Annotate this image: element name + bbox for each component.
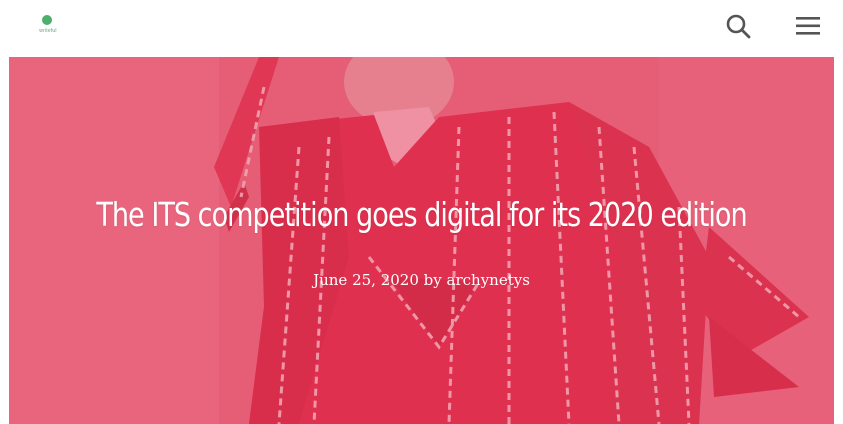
- site-logo[interactable]: writeful: [30, 12, 66, 38]
- hero-color-overlay: [9, 57, 834, 424]
- post-date[interactable]: June 25, 2020: [313, 271, 419, 289]
- logo-text: writeful: [39, 28, 57, 34]
- menu-button[interactable]: [790, 8, 826, 44]
- post-by-label: by: [423, 271, 442, 289]
- search-icon: [726, 14, 751, 39]
- post-title[interactable]: The ITS competition goes digital for its…: [83, 195, 760, 234]
- featured-post-hero[interactable]: The ITS competition goes digital for its…: [9, 57, 834, 424]
- hamburger-menu-icon: [796, 17, 820, 35]
- site-header: writeful: [0, 0, 843, 56]
- search-button[interactable]: [720, 8, 756, 44]
- post-meta: June 25, 2020 by archynetys: [9, 271, 834, 289]
- post-author-link[interactable]: archynetys: [447, 271, 530, 289]
- logo-mark: [42, 15, 52, 25]
